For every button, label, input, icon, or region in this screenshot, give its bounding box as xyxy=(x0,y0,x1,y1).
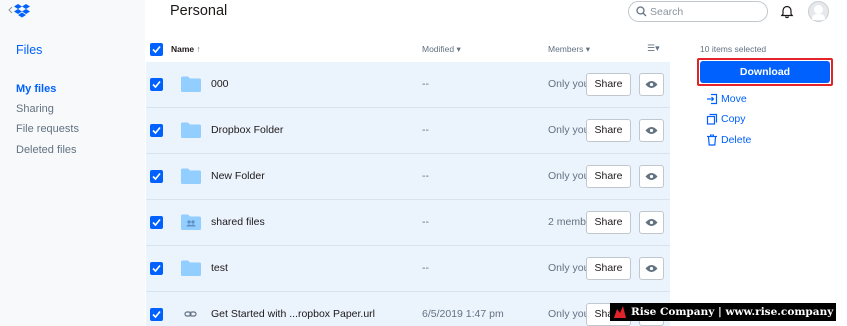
file-members: Only you xyxy=(548,170,586,182)
file-modified: -- xyxy=(422,170,429,182)
sort-ascending-icon: ↑ xyxy=(196,44,201,54)
file-row[interactable]: 000 -- Only you Share xyxy=(146,62,670,108)
row-content: 000 -- Only you Share xyxy=(170,62,670,107)
watermark-text: Rise Company | www.rise.company xyxy=(631,306,834,318)
row-checkbox[interactable] xyxy=(150,262,163,275)
checkbox-checked-icon xyxy=(150,124,163,137)
preview-button[interactable] xyxy=(639,211,664,234)
folder-icon xyxy=(180,259,202,282)
share-button[interactable]: Share xyxy=(586,165,631,188)
checkbox-checked-icon xyxy=(150,262,163,275)
column-header-modified[interactable]: Modified ▾ xyxy=(422,44,461,55)
folder-icon xyxy=(180,75,202,98)
file-members: Only you xyxy=(548,124,586,136)
select-all-checkbox[interactable] xyxy=(150,43,163,56)
preview-button[interactable] xyxy=(639,73,664,96)
row-content: test -- Only you Share xyxy=(170,246,670,291)
file-name[interactable]: test xyxy=(211,262,228,274)
delete-label: Delete xyxy=(721,134,752,146)
file-row[interactable]: New Folder -- Only you Share xyxy=(146,154,670,200)
view-toggle-icon[interactable]: ☰▾ xyxy=(647,43,660,54)
file-name[interactable]: Get Started with ...ropbox Paper.url xyxy=(211,308,375,320)
file-name[interactable]: New Folder xyxy=(211,170,265,182)
sidebar-item-sharing[interactable]: Sharing xyxy=(16,103,54,115)
search-input[interactable] xyxy=(650,4,760,19)
file-members: Only you xyxy=(548,308,586,320)
checkbox-checked-icon xyxy=(150,170,163,183)
left-sidebar: Files My files Sharing File requests Del… xyxy=(0,0,145,326)
row-content: Get Started with ...ropbox Paper.url 6/5/… xyxy=(170,292,670,326)
sidebar-item-my-files[interactable]: My files xyxy=(16,83,56,95)
file-name[interactable]: Dropbox Folder xyxy=(211,124,283,136)
checkbox-checked-icon xyxy=(150,216,163,229)
preview-button[interactable] xyxy=(639,257,664,280)
search-icon xyxy=(636,6,647,17)
share-button[interactable]: Share xyxy=(586,119,631,142)
file-row[interactable]: test -- Only you Share xyxy=(146,246,670,292)
checkbox-checked-icon xyxy=(150,43,163,56)
column-header-members[interactable]: Members ▾ xyxy=(548,44,590,55)
row-checkbox[interactable] xyxy=(150,216,163,229)
file-modified: -- xyxy=(422,78,429,90)
dropbox-app: Files My files Sharing File requests Del… xyxy=(0,0,847,326)
sidebar-item-file-requests[interactable]: File requests xyxy=(16,123,79,135)
shared-folder-icon xyxy=(180,213,202,236)
search-box[interactable] xyxy=(628,1,768,22)
share-button[interactable]: Share xyxy=(586,73,631,96)
file-row[interactable]: shared files -- 2 membersShare xyxy=(146,200,670,246)
file-row[interactable]: Dropbox Folder -- Only you Share xyxy=(146,108,670,154)
files-heading[interactable]: Files xyxy=(16,43,42,57)
checkbox-checked-icon xyxy=(150,308,163,321)
watermark-banner: Rise Company | www.rise.company xyxy=(610,303,836,321)
rise-logo-icon xyxy=(614,306,626,318)
share-button[interactable]: Share xyxy=(586,257,631,280)
file-members: Only you xyxy=(548,78,586,90)
move-icon xyxy=(707,93,718,105)
file-name[interactable]: shared files xyxy=(211,216,265,228)
preview-button[interactable] xyxy=(639,119,664,142)
copy-icon xyxy=(706,113,718,125)
file-name[interactable]: 000 xyxy=(211,78,229,90)
file-members: 2 members xyxy=(548,216,586,228)
file-modified: -- xyxy=(422,262,429,274)
page-title: Personal xyxy=(170,3,228,19)
row-checkbox[interactable] xyxy=(150,124,163,137)
trash-icon xyxy=(707,134,717,146)
link-icon xyxy=(180,305,202,326)
preview-button[interactable] xyxy=(639,165,664,188)
selection-count: 10 items selected xyxy=(700,44,767,54)
file-modified: 6/5/2019 1:47 pm xyxy=(422,308,504,320)
download-button[interactable]: Download xyxy=(700,61,830,83)
file-modified: -- xyxy=(422,124,429,136)
file-members: Only you xyxy=(548,262,586,274)
move-label: Move xyxy=(721,93,747,105)
avatar[interactable] xyxy=(808,1,829,22)
row-content: shared files -- 2 membersShare xyxy=(170,200,670,245)
row-checkbox[interactable] xyxy=(150,308,163,321)
checkbox-checked-icon xyxy=(150,78,163,91)
row-checkbox[interactable] xyxy=(150,170,163,183)
folder-icon xyxy=(180,167,202,190)
dropbox-logo-icon[interactable] xyxy=(8,3,34,23)
column-header-name[interactable]: Name ↑ xyxy=(171,44,201,54)
sidebar-item-deleted-files[interactable]: Deleted files xyxy=(16,144,77,156)
row-content: Dropbox Folder -- Only you Share xyxy=(170,108,670,153)
file-modified: -- xyxy=(422,216,429,228)
notifications-bell-icon[interactable] xyxy=(780,4,794,19)
file-row[interactable]: Get Started with ...ropbox Paper.url 6/5/… xyxy=(146,292,670,326)
folder-icon xyxy=(180,121,202,144)
row-checkbox[interactable] xyxy=(150,78,163,91)
column-name-label: Name xyxy=(171,44,195,54)
row-content: New Folder -- Only you Share xyxy=(170,154,670,199)
copy-label: Copy xyxy=(721,113,746,125)
share-button[interactable]: Share xyxy=(586,211,631,234)
